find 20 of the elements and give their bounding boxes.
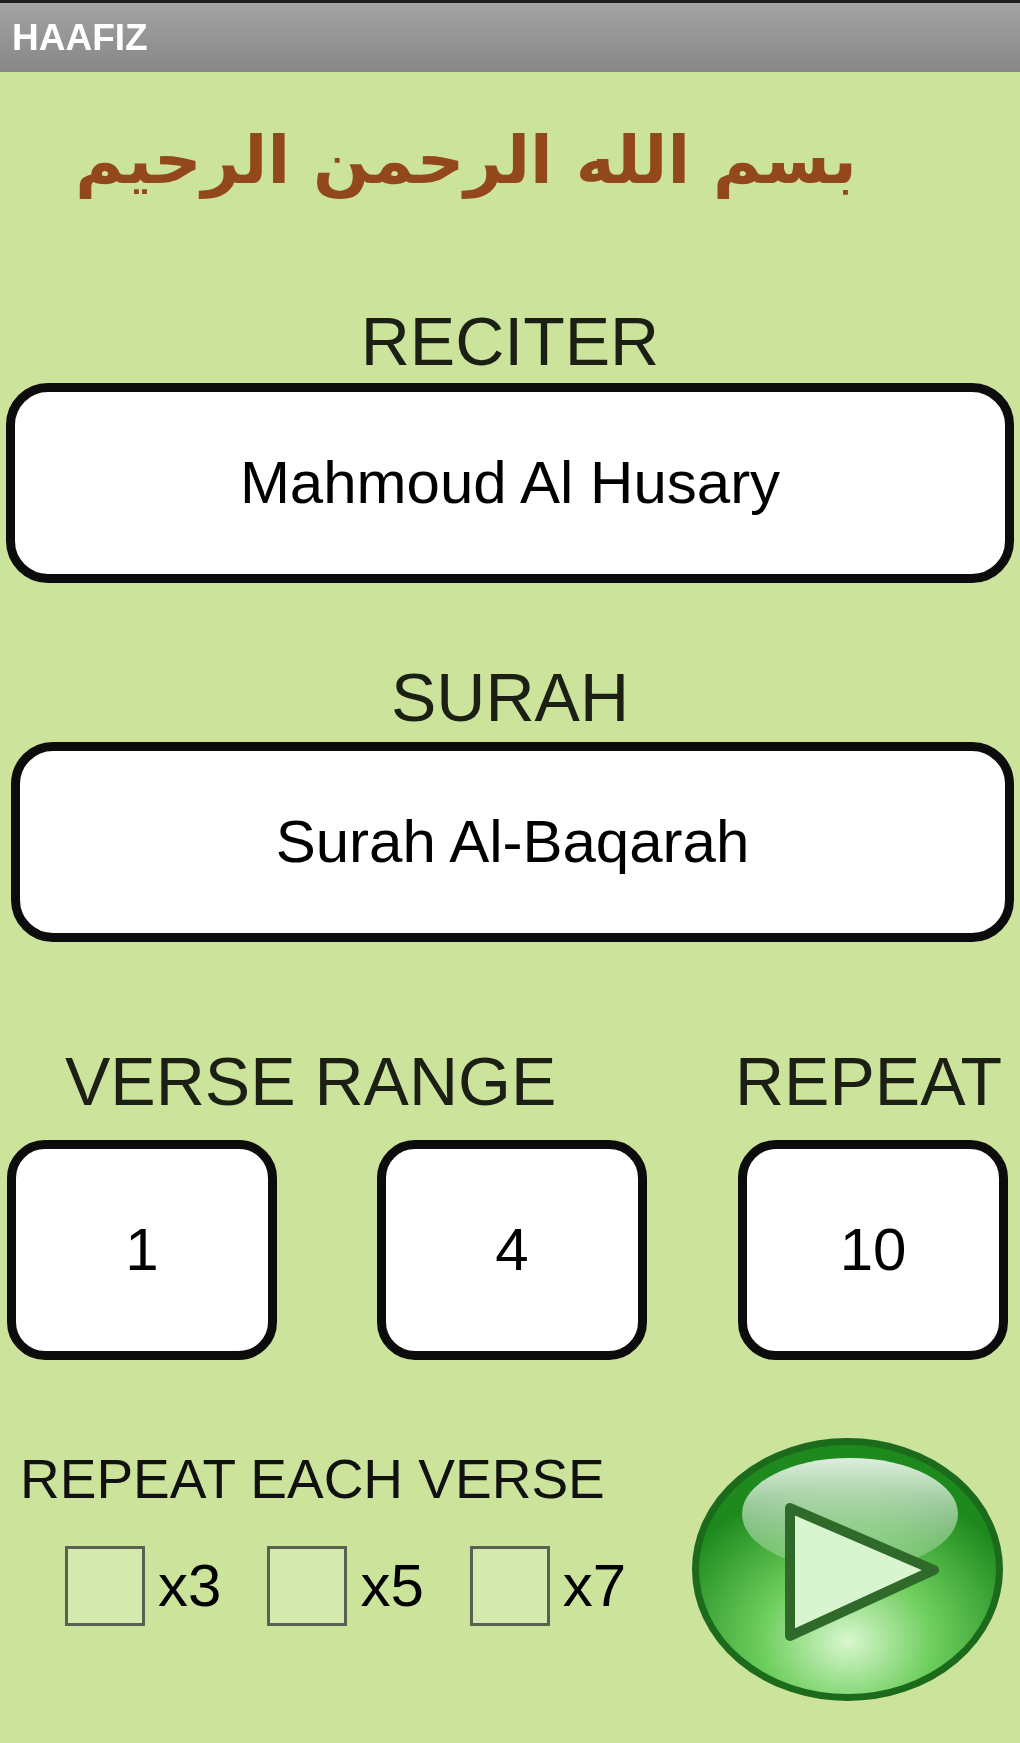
surah-label: SURAH — [390, 659, 629, 735]
checkbox-label[interactable]: x5 — [360, 1556, 424, 1616]
reciter-field[interactable]: Mahmoud Al Husary — [6, 383, 1014, 583]
surah-field[interactable]: Surah Al-Baqarah — [11, 742, 1014, 942]
checkbox-label[interactable]: x7 — [562, 1556, 627, 1616]
checkbox[interactable] — [267, 1546, 348, 1626]
checkbox-label[interactable]: x3 — [158, 1556, 222, 1616]
repeat-label: REPEAT — [734, 1047, 1002, 1115]
reciter-label: RECITER — [360, 303, 660, 379]
verse-range-label: VERSE RANGE — [65, 1047, 557, 1115]
checkbox[interactable] — [469, 1546, 550, 1626]
verse-end-field[interactable]: 4 — [377, 1140, 647, 1360]
checkbox[interactable] — [65, 1546, 145, 1626]
play-icon — [785, 1503, 939, 1641]
repeat-field[interactable]: 10 — [738, 1140, 1008, 1360]
app-title: HAAFIZ — [12, 19, 148, 56]
verse-start-field[interactable]: 1 — [7, 1140, 277, 1360]
play-button[interactable] — [690, 1436, 1005, 1703]
bismillah-calligraphy: بسم الله الرحمن الرحيم — [75, 121, 857, 202]
repeat-each-verse-label: REPEAT EACH VERSE — [20, 1448, 605, 1510]
